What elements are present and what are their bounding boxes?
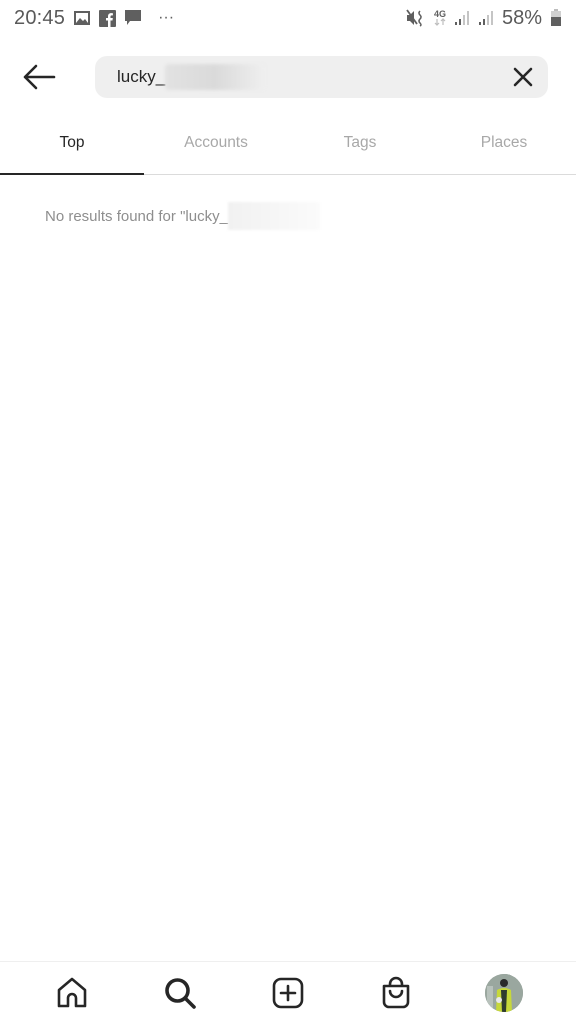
mute-vibrate-icon xyxy=(406,9,426,27)
nav-shop[interactable] xyxy=(366,968,426,1018)
plus-square-icon xyxy=(272,977,304,1009)
tab-top[interactable]: Top xyxy=(0,120,144,175)
battery-percent: 58% xyxy=(501,6,542,29)
clear-search-button[interactable] xyxy=(512,66,534,88)
facebook-icon xyxy=(99,9,117,27)
signal-icon xyxy=(478,10,494,26)
redacted-query xyxy=(165,64,265,90)
redacted-query xyxy=(227,202,320,230)
arrow-left-icon xyxy=(23,64,56,90)
shopping-bag-icon xyxy=(382,976,410,1009)
search-header xyxy=(0,56,576,98)
tab-accounts[interactable]: Accounts xyxy=(144,120,288,174)
no-results-message: No results found for "lucky_ xyxy=(45,202,320,230)
status-bar: 20:45 ··· 4G 58% xyxy=(0,0,576,36)
tab-tags[interactable]: Tags xyxy=(288,120,432,174)
nav-search[interactable] xyxy=(150,968,210,1018)
bottom-navigation xyxy=(0,961,576,1024)
back-button[interactable] xyxy=(20,60,58,94)
search-icon xyxy=(165,978,196,1009)
4g-icon: 4G xyxy=(434,10,446,26)
avatar xyxy=(485,974,523,1012)
battery-icon xyxy=(550,9,562,27)
status-time: 20:45 xyxy=(14,6,66,29)
more-dots-icon: ··· xyxy=(158,9,175,26)
message-icon xyxy=(124,9,142,27)
search-tabs: Top Accounts Tags Places xyxy=(0,120,576,175)
tab-places[interactable]: Places xyxy=(432,120,576,174)
status-left: 20:45 ··· xyxy=(14,7,174,30)
signal-icon xyxy=(454,10,470,26)
gallery-icon xyxy=(73,10,91,26)
search-box[interactable] xyxy=(95,56,548,98)
nav-profile[interactable] xyxy=(474,968,534,1018)
network-label: 4G xyxy=(433,9,446,19)
home-icon xyxy=(57,977,87,1008)
nav-home[interactable] xyxy=(42,968,102,1018)
close-icon xyxy=(513,67,533,87)
nav-create[interactable] xyxy=(258,968,318,1018)
no-results-text: No results found for "lucky_ xyxy=(45,207,228,225)
status-right: 4G 58% xyxy=(406,7,562,30)
